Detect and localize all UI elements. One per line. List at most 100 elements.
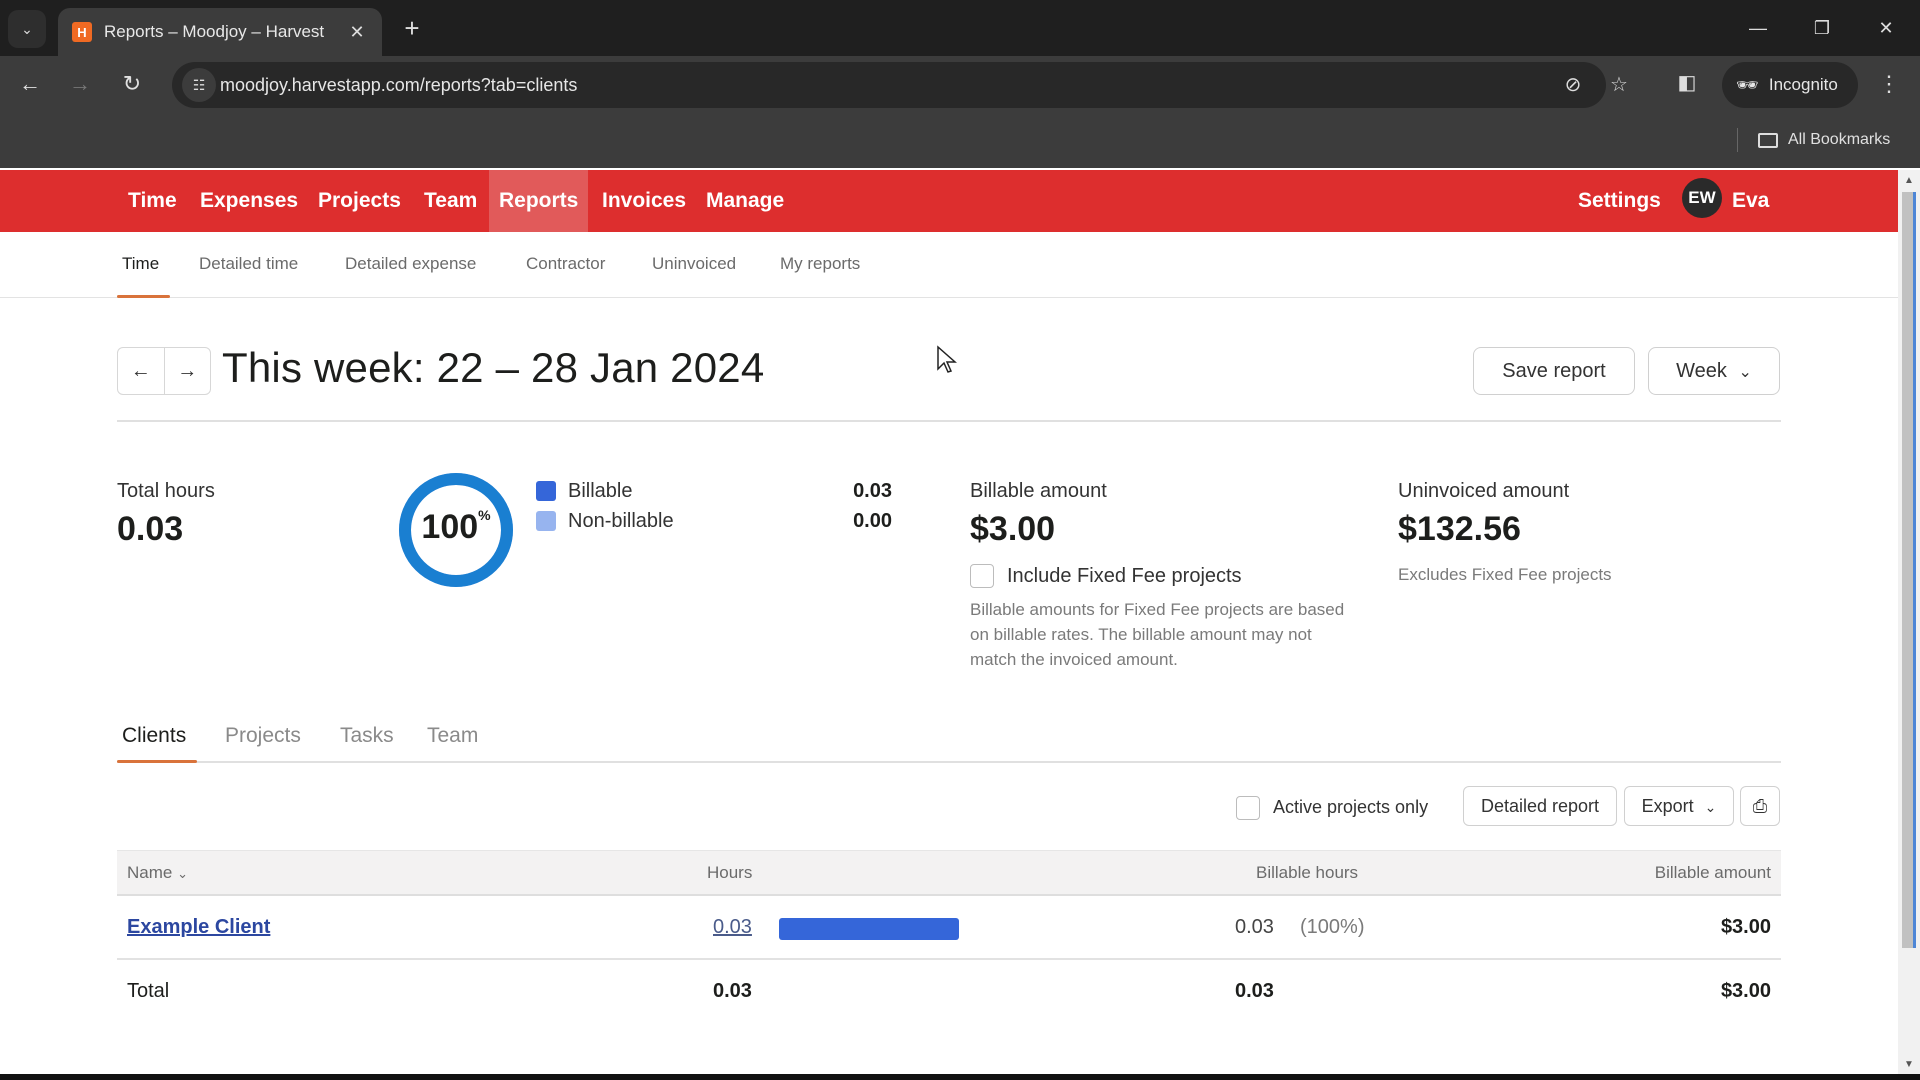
client-billable-hours: 0.03	[1235, 916, 1274, 938]
include-fixed-fee-checkbox[interactable]	[970, 564, 994, 588]
arrow-left-icon: ←	[19, 71, 41, 96]
subnav-detailed-expense[interactable]: Detailed expense	[345, 254, 476, 274]
all-bookmarks-button[interactable]: All Bookmarks	[1758, 124, 1890, 156]
nav-projects[interactable]: Projects	[308, 170, 411, 232]
period-select-value: Week	[1676, 360, 1727, 382]
active-projects-only-checkbox[interactable]	[1236, 796, 1260, 820]
address-bar[interactable]: ☷ moodjoy.harvestapp.com/reports?tab=cli…	[172, 62, 1628, 108]
total-label: Total	[127, 980, 170, 1002]
page-title: This week: 22 – 28 Jan 2024	[222, 344, 765, 391]
total-billable-amount: $3.00	[1720, 980, 1771, 1002]
non-billable-hours-value: 0.00	[853, 510, 892, 532]
nav-settings[interactable]: Settings	[1568, 170, 1671, 232]
non-billable-legend-swatch	[536, 511, 556, 531]
next-week-button[interactable]: →	[163, 348, 211, 394]
minimize-icon: —	[1749, 18, 1767, 38]
user-name[interactable]: Eva	[1722, 170, 1779, 232]
detailed-report-button[interactable]: Detailed report	[1463, 786, 1617, 826]
scroll-up-arrow-icon[interactable]: ▲	[1898, 172, 1920, 190]
header-divider	[117, 420, 1781, 422]
billable-amount-value: $3.00	[970, 510, 1056, 548]
export-button[interactable]: Export ⌄	[1624, 786, 1734, 826]
user-avatar[interactable]: EW	[1682, 178, 1722, 218]
browser-tab[interactable]: H Reports – Moodjoy – Harvest ✕	[58, 8, 382, 56]
new-tab-button[interactable]: +	[396, 12, 428, 44]
subnav-time[interactable]: Time	[122, 254, 159, 274]
billable-hours-value: 0.03	[853, 480, 892, 502]
page-scrollbar[interactable]: ▲ ▼	[1898, 170, 1920, 1074]
tracking-protection-button[interactable]: ⊘	[1558, 70, 1588, 100]
client-billable-percent: (100%)	[1300, 916, 1365, 938]
incognito-badge[interactable]: 🕶 Incognito	[1722, 62, 1858, 108]
close-window-button[interactable]: ✕	[1866, 12, 1906, 44]
chevron-down-icon: ⌄	[177, 866, 188, 881]
tune-icon: ☷	[192, 77, 206, 93]
billable-legend-swatch	[536, 481, 556, 501]
subnav-active-indicator	[117, 295, 170, 298]
window-bottom-edge	[0, 1074, 1920, 1080]
column-header-name[interactable]: Name ⌄	[127, 863, 188, 883]
incognito-label: Incognito	[1768, 75, 1838, 94]
uninvoiced-note: Excludes Fixed Fee projects	[1398, 565, 1612, 584]
bookmarks-divider	[1737, 128, 1738, 152]
tab-search-button[interactable]: ⌄	[8, 10, 46, 48]
client-hours-link[interactable]: 0.03	[713, 916, 752, 939]
close-icon: ✕	[1878, 18, 1894, 38]
save-report-button[interactable]: Save report	[1473, 347, 1635, 395]
tab-team[interactable]: Team	[427, 724, 478, 748]
chevron-down-icon: ⌄	[1704, 799, 1717, 815]
nav-time[interactable]: Time	[118, 170, 187, 232]
client-billable-amount: $3.00	[1720, 916, 1771, 938]
billable-amount-label: Billable amount	[970, 480, 1107, 502]
table-row: Example Client 0.03 0.03 (100%) $3.00	[117, 896, 1781, 960]
nav-invoices[interactable]: Invoices	[592, 170, 696, 232]
tab-active-indicator	[117, 760, 197, 763]
previous-week-button[interactable]: ←	[118, 348, 164, 394]
browser-menu-button[interactable]: ⋮	[1874, 66, 1904, 102]
active-projects-only-label[interactable]: Active projects only	[1273, 797, 1428, 818]
reload-icon: ↻	[122, 71, 142, 96]
subnav-uninvoiced[interactable]: Uninvoiced	[652, 254, 736, 274]
hours-bar-fill	[779, 918, 959, 940]
side-panel-button[interactable]: ◧	[1672, 70, 1702, 100]
forward-button[interactable]: →	[62, 66, 98, 102]
tab-tasks[interactable]: Tasks	[340, 724, 394, 748]
print-icon: ⎙	[1752, 796, 1768, 816]
tab-clients[interactable]: Clients	[122, 724, 186, 748]
app-main-nav: Time Expenses Projects Team Reports Invo…	[0, 170, 1898, 232]
donut-percent-sign: %	[478, 506, 491, 523]
date-navigation: ← →	[117, 347, 211, 395]
back-button[interactable]: ←	[12, 66, 48, 102]
scrollbar-thumb[interactable]	[1902, 192, 1916, 948]
report-tabs: Clients Projects Tasks Team	[117, 700, 1781, 763]
period-select[interactable]: Week ⌄	[1648, 347, 1780, 395]
minimize-button[interactable]: —	[1738, 12, 1778, 44]
side-panel-icon: ◧	[1677, 72, 1697, 94]
column-header-hours: Hours	[707, 863, 753, 882]
client-name-link[interactable]: Example Client	[127, 916, 270, 939]
close-tab-icon[interactable]: ✕	[346, 22, 368, 43]
donut-percent-value: 100	[421, 508, 479, 546]
nav-reports[interactable]: Reports	[489, 170, 589, 232]
bookmark-star-button[interactable]: ☆	[1604, 70, 1634, 100]
subnav-detailed-time[interactable]: Detailed time	[199, 254, 298, 274]
nav-expenses[interactable]: Expenses	[190, 170, 308, 232]
nav-team[interactable]: Team	[414, 170, 487, 232]
nav-manage[interactable]: Manage	[696, 170, 794, 232]
print-button[interactable]: ⎙	[1740, 786, 1780, 826]
site-info-button[interactable]: ☷	[182, 68, 216, 102]
scroll-down-arrow-icon[interactable]: ▼	[1898, 1056, 1920, 1074]
total-hours: 0.03	[713, 980, 752, 1002]
reload-button[interactable]: ↻	[114, 66, 150, 102]
restore-button[interactable]: ❐	[1802, 12, 1842, 44]
subnav-contractor[interactable]: Contractor	[526, 254, 605, 274]
url-text[interactable]: moodjoy.harvestapp.com/reports?tab=clien…	[220, 62, 577, 108]
star-icon: ☆	[1610, 74, 1628, 96]
chevron-down-icon: ⌄	[1738, 364, 1752, 381]
tab-projects[interactable]: Projects	[225, 724, 301, 748]
total-billable-hours: 0.03	[1235, 980, 1274, 1002]
arrow-right-icon: →	[177, 360, 198, 382]
include-fixed-fee-label[interactable]: Include Fixed Fee projects	[1007, 565, 1242, 588]
subnav-my-reports[interactable]: My reports	[780, 254, 860, 274]
uninvoiced-amount-value: $132.56	[1398, 510, 1521, 548]
